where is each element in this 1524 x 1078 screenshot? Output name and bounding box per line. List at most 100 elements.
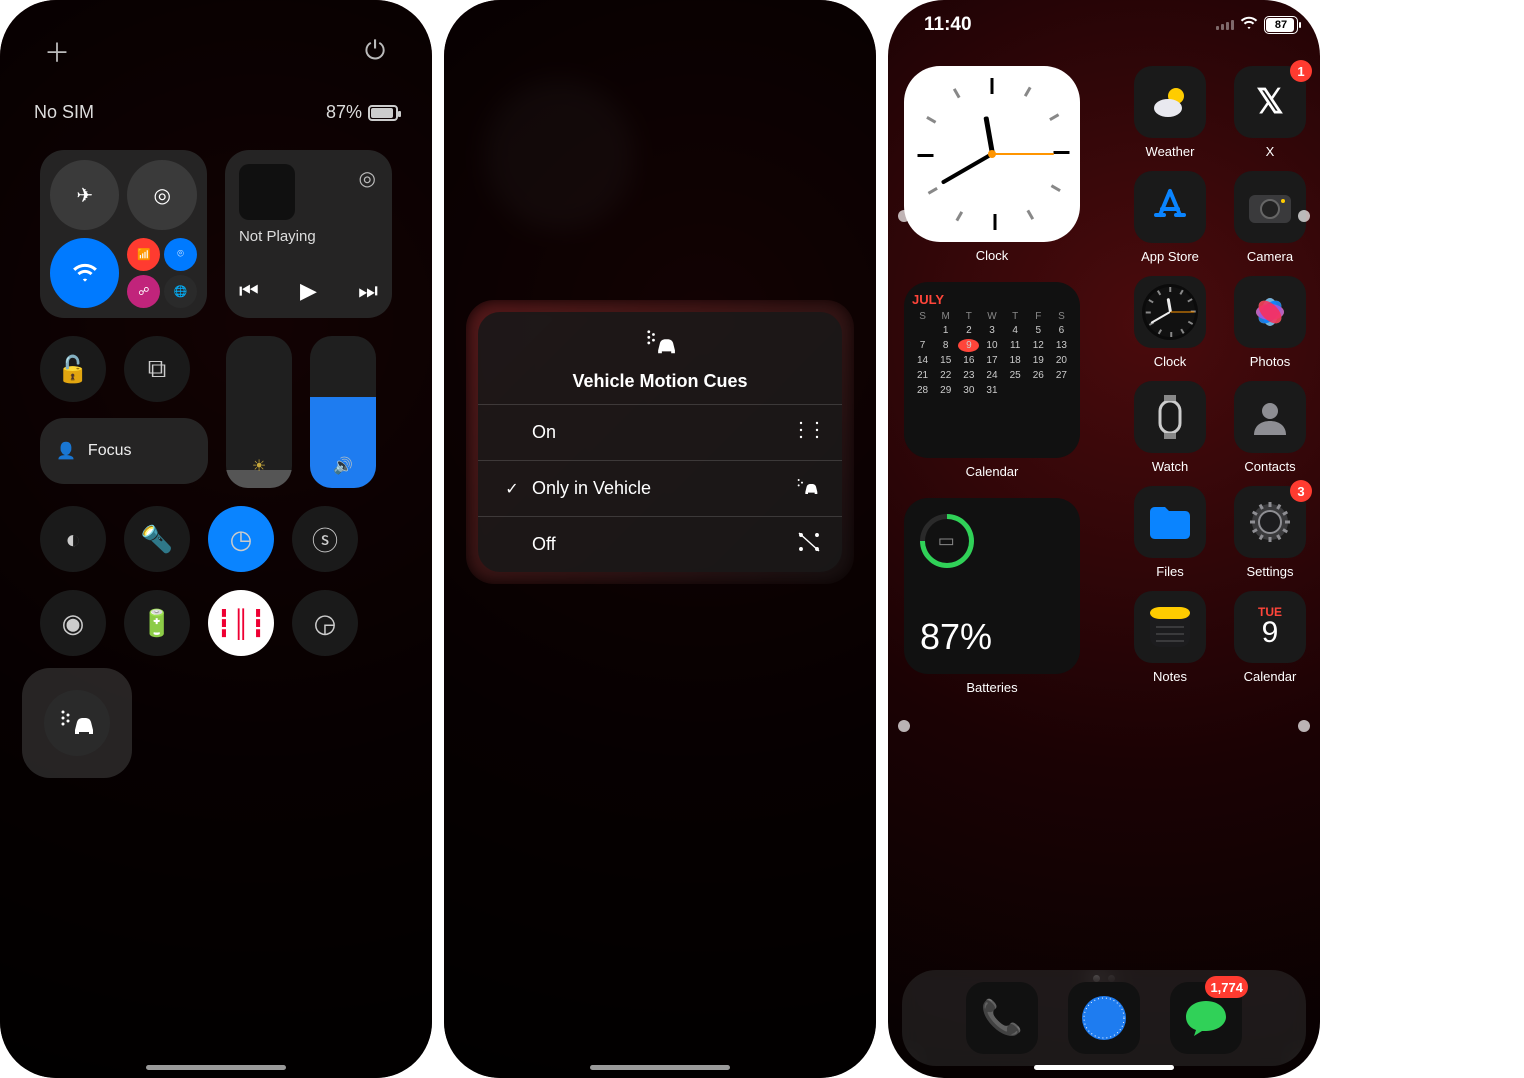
batteries-widget[interactable]: ▭ 87% bbox=[904, 498, 1080, 674]
volume-slider[interactable]: 🔊 bbox=[310, 336, 376, 488]
app-label: Weather bbox=[1146, 144, 1195, 159]
menu-option-on[interactable]: On bbox=[478, 404, 842, 460]
media-thumbnail bbox=[239, 164, 295, 220]
menu-title: Vehicle Motion Cues bbox=[478, 371, 842, 392]
app-badge: 3 bbox=[1290, 480, 1312, 502]
home-indicator[interactable] bbox=[146, 1065, 286, 1070]
app-label: Calendar bbox=[1244, 669, 1297, 684]
airdrop-toggle[interactable]: ◎ bbox=[127, 160, 196, 230]
motion-cues-menu-screen: Vehicle Motion Cues On ✓ Only in Vehicle… bbox=[444, 0, 876, 1078]
battery-percent: 87% bbox=[920, 616, 1064, 658]
app-clock[interactable]: Clock bbox=[1134, 276, 1206, 369]
airplane-mode-toggle[interactable]: ✈︎ bbox=[50, 160, 119, 230]
app-label: Notes bbox=[1153, 669, 1187, 684]
timer-button[interactable]: ◷ bbox=[208, 506, 274, 572]
power-button[interactable]: ⏻ bbox=[356, 32, 394, 70]
brightness-slider[interactable]: ☀︎ bbox=[226, 336, 292, 488]
motion-cue-dot bbox=[1298, 210, 1310, 222]
app-app-store[interactable]: App Store bbox=[1134, 171, 1206, 264]
low-power-toggle[interactable]: 🔋 bbox=[124, 590, 190, 656]
app-label: Photos bbox=[1250, 354, 1290, 369]
app-label: Settings bbox=[1247, 564, 1294, 579]
home-indicator[interactable] bbox=[1034, 1065, 1174, 1070]
connectivity-module[interactable]: ✈︎ ◎ 📶 ⌾ ☍ 🌐 bbox=[40, 150, 207, 318]
control-center-edit-screen: ＋ ⏻ No SIM 87% ✈︎ ◎ 📶 ⌾ ☍ 🌐 ◎ bbox=[0, 0, 432, 1078]
app-x[interactable]: 𝕏1X bbox=[1234, 66, 1306, 159]
notes-icon bbox=[1134, 591, 1206, 663]
app-watch[interactable]: Watch bbox=[1134, 381, 1206, 474]
airplay-icon[interactable]: ◎ bbox=[359, 166, 376, 191]
add-control-button[interactable]: ＋ bbox=[38, 32, 76, 70]
app-weather[interactable]: Weather bbox=[1134, 66, 1206, 159]
app-camera[interactable]: Camera bbox=[1234, 171, 1306, 264]
hotspot-toggle[interactable]: ☍ bbox=[127, 275, 160, 308]
app-contacts[interactable]: Contacts bbox=[1234, 381, 1306, 474]
app-label: App Store bbox=[1141, 249, 1199, 264]
vehicle-motion-cues-tile[interactable] bbox=[22, 668, 132, 778]
calendar-widget-label: Calendar bbox=[904, 464, 1080, 479]
stopwatch-button[interactable]: ◶ bbox=[292, 590, 358, 656]
flashlight-button[interactable]: 🔦 bbox=[124, 506, 190, 572]
media-rewind-button[interactable]: ⏮ bbox=[239, 278, 259, 304]
motion-cue-dot bbox=[898, 720, 910, 732]
app-label: Files bbox=[1156, 564, 1183, 579]
battery-percent-label: 87% bbox=[326, 102, 362, 123]
wifi-icon bbox=[1240, 14, 1258, 36]
app-badge: 1 bbox=[1290, 60, 1312, 82]
media-forward-button[interactable]: ⏭ bbox=[358, 278, 378, 304]
x-icon: 𝕏1 bbox=[1234, 66, 1306, 138]
files-icon bbox=[1134, 486, 1206, 558]
photos-icon bbox=[1234, 276, 1306, 348]
background-clock-blur bbox=[484, 80, 634, 230]
app-label: Contacts bbox=[1244, 459, 1295, 474]
calendar-icon: TUE9 bbox=[1234, 591, 1306, 663]
shazam-button[interactable]: ⓢ bbox=[292, 506, 358, 572]
motion-cue-dot bbox=[898, 210, 910, 222]
vehicle-motion-cues-menu: Vehicle Motion Cues On ✓ Only in Vehicle… bbox=[466, 300, 854, 584]
menu-header-icon bbox=[478, 328, 842, 363]
dock-messages-app[interactable]: 1,774 bbox=[1170, 982, 1242, 1054]
status-time: 11:40 bbox=[924, 14, 972, 36]
screen-record-button[interactable]: ◉ bbox=[40, 590, 106, 656]
clock-widget[interactable] bbox=[904, 66, 1080, 242]
app-calendar[interactable]: TUE9 Calendar bbox=[1234, 591, 1306, 684]
home-indicator[interactable] bbox=[590, 1065, 730, 1070]
app-label: Clock bbox=[1154, 354, 1187, 369]
bluetooth-toggle[interactable]: ⌾ bbox=[164, 238, 197, 271]
dock: 📞 1,774 bbox=[902, 970, 1306, 1066]
cellular-signal-icon bbox=[1216, 20, 1234, 30]
media-module[interactable]: ◎ Not Playing ⏮ ▶ ⏭ bbox=[225, 150, 392, 318]
app-settings[interactable]: 3 Settings bbox=[1234, 486, 1306, 579]
dock-safari-app[interactable] bbox=[1068, 982, 1140, 1054]
battery-icon bbox=[368, 105, 398, 121]
contacts-icon bbox=[1234, 381, 1306, 453]
media-play-button[interactable]: ▶ bbox=[300, 278, 317, 304]
option-on-icon bbox=[798, 420, 820, 445]
check-icon: ✓ bbox=[500, 479, 524, 499]
menu-option-off[interactable]: Off bbox=[478, 516, 842, 572]
battery-indicator: 87 bbox=[1264, 16, 1298, 34]
cellular-toggle[interactable]: 📶 bbox=[127, 238, 160, 271]
voice-memo-button[interactable]: ┇║┇ bbox=[208, 590, 274, 656]
app-photos[interactable]: Photos bbox=[1234, 276, 1306, 369]
settings-icon: 3 bbox=[1234, 486, 1306, 558]
vpn-toggle[interactable]: 🌐 bbox=[164, 275, 197, 308]
screen-mirroring-button[interactable]: ⧉ bbox=[124, 336, 190, 402]
app-store-icon bbox=[1134, 171, 1206, 243]
calendar-month: JULY bbox=[912, 292, 1072, 307]
dock-phone-app[interactable]: 📞 bbox=[966, 982, 1038, 1054]
calendar-widget[interactable]: JULY SMTWTFS1234567891011121314151617181… bbox=[904, 282, 1080, 458]
clock-icon bbox=[1134, 276, 1206, 348]
messages-badge: 1,774 bbox=[1205, 976, 1248, 998]
option-off-icon bbox=[798, 532, 820, 557]
app-notes[interactable]: Notes bbox=[1134, 591, 1206, 684]
orientation-lock-toggle[interactable]: 🔓 bbox=[40, 336, 106, 402]
focus-module[interactable]: 👤 Focus bbox=[40, 418, 208, 484]
app-files[interactable]: Files bbox=[1134, 486, 1206, 579]
motion-cue-dot bbox=[1298, 720, 1310, 732]
wifi-toggle[interactable] bbox=[50, 238, 119, 308]
menu-option-only-in-vehicle[interactable]: ✓ Only in Vehicle bbox=[478, 460, 842, 516]
battery-ring-icon: ▭ bbox=[909, 503, 985, 579]
vehicle-motion-cues-icon bbox=[44, 690, 110, 756]
dark-mode-toggle[interactable]: ◐ bbox=[40, 506, 106, 572]
